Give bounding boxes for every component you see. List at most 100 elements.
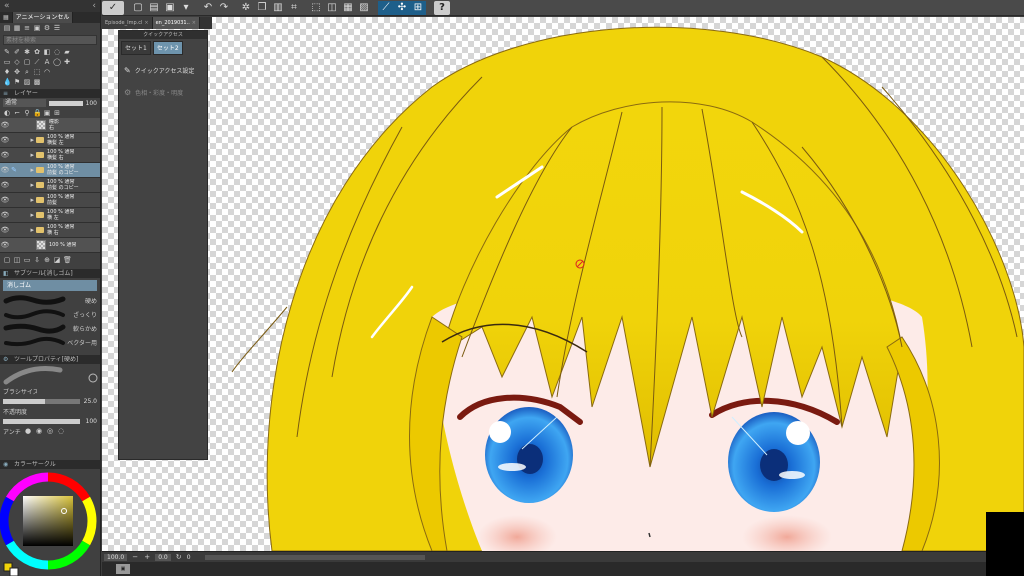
- eye-icon[interactable]: 👁: [0, 166, 10, 174]
- drop-icon[interactable]: 💧: [3, 78, 12, 86]
- eraser-icon[interactable]: ◧: [43, 48, 51, 56]
- eye-icon[interactable]: 👁: [0, 121, 10, 129]
- redo-icon[interactable]: ↷: [216, 1, 232, 15]
- new-folder-icon[interactable]: ▭: [23, 256, 31, 264]
- antialias-strong-icon[interactable]: ◌: [57, 427, 65, 435]
- antialias-weak-icon[interactable]: ◉: [35, 427, 43, 435]
- mesh-icon[interactable]: ▩: [33, 78, 41, 86]
- opacity-slider[interactable]: [3, 418, 80, 424]
- menu-icon[interactable]: ☰: [53, 24, 61, 32]
- balloon-icon[interactable]: ◯: [53, 58, 61, 66]
- layer-opacity-slider[interactable]: [48, 100, 83, 106]
- new-layer-icon[interactable]: ▢: [3, 256, 11, 264]
- expand-arrow-icon[interactable]: ▸: [18, 166, 36, 174]
- expand-arrow-icon[interactable]: ▸: [18, 136, 36, 144]
- expand-arrow-icon[interactable]: ▸: [18, 196, 36, 204]
- transfer-icon[interactable]: ⇩: [33, 256, 41, 264]
- zoom-out-icon[interactable]: −: [131, 553, 139, 561]
- zoom-value[interactable]: 100.0: [104, 553, 128, 561]
- layer-row[interactable]: 👁 ▸ 100 % 通常 横髪 右: [0, 148, 100, 163]
- drawing-canvas[interactable]: [102, 17, 1024, 551]
- expand-arrow-icon[interactable]: ▸: [18, 151, 36, 159]
- collapse-left-icon[interactable]: «: [4, 1, 10, 11]
- eye-icon[interactable]: 👁: [0, 241, 10, 249]
- material-search-input[interactable]: 素材を検索: [3, 35, 97, 45]
- selection-border-icon[interactable]: ▦: [340, 1, 356, 15]
- blend-mode-select[interactable]: 通常: [3, 99, 46, 107]
- rotate-icon[interactable]: ↻: [175, 553, 183, 561]
- delete-layer-icon[interactable]: 🗑: [63, 256, 72, 264]
- eye-icon[interactable]: 👁: [0, 196, 10, 204]
- lasso-icon[interactable]: ◠: [43, 68, 51, 76]
- eye-icon[interactable]: 👁: [0, 136, 10, 144]
- deselect-icon[interactable]: ⬚: [308, 1, 324, 15]
- copy-icon[interactable]: ❐: [254, 1, 270, 15]
- mask-add-icon[interactable]: ◪: [53, 256, 61, 264]
- antialias-mid-icon[interactable]: ◎: [46, 427, 54, 435]
- paste-icon[interactable]: ▥: [270, 1, 286, 15]
- reference-icon[interactable]: ⚲: [23, 109, 31, 117]
- pen-icon[interactable]: ✎: [3, 48, 11, 56]
- layer-row[interactable]: 👁 ▸ 100 % 通常横 左: [0, 208, 100, 223]
- grid-icon[interactable]: ▦: [13, 24, 21, 32]
- combine-icon[interactable]: ⊕: [43, 256, 51, 264]
- save-file-icon[interactable]: ▣: [162, 1, 178, 15]
- help-icon[interactable]: ?: [434, 0, 450, 15]
- open-file-icon[interactable]: ▤: [146, 1, 162, 15]
- eye-icon[interactable]: 👁: [0, 211, 10, 219]
- stamp-icon[interactable]: ⚑: [13, 78, 21, 86]
- eye-icon[interactable]: 👁: [0, 226, 10, 234]
- document-tab[interactable]: en_2019031.. ×: [152, 17, 200, 29]
- frame-icon[interactable]: ▢: [23, 58, 31, 66]
- eye-icon[interactable]: 👁: [0, 181, 10, 189]
- snap-special-ruler-icon[interactable]: ✣: [394, 0, 410, 15]
- layer-row[interactable]: 👁 ✎ ▸ 100 % 通常 前髪 のコピー: [0, 163, 100, 178]
- select-icon[interactable]: ⬚: [33, 68, 41, 76]
- quick-access-item[interactable]: ⚙ 色相・彩度・明度: [119, 85, 207, 99]
- save-dropdown-icon[interactable]: ▾: [178, 1, 194, 15]
- expand-arrow-icon[interactable]: ▸: [18, 181, 36, 189]
- close-tab-icon[interactable]: ×: [144, 20, 148, 26]
- dropper-icon[interactable]: ♦: [3, 68, 11, 76]
- transform-icon[interactable]: ⌗: [286, 1, 302, 15]
- ruler-layer-icon[interactable]: ⊞: [53, 109, 61, 117]
- new-file-icon[interactable]: ▢: [130, 1, 146, 15]
- subtool-selected[interactable]: 消しゴム: [3, 280, 97, 291]
- horizontal-scrollbar[interactable]: [204, 554, 425, 560]
- brush-item[interactable]: 硬め: [0, 293, 100, 307]
- snap-ruler-icon[interactable]: ⟋: [378, 0, 394, 15]
- zoom-in-icon[interactable]: +: [143, 553, 151, 561]
- brush-item[interactable]: ベクター用: [0, 335, 100, 349]
- layer-row[interactable]: 👁 瞳影右: [0, 118, 100, 133]
- image-icon[interactable]: ▣: [33, 24, 41, 32]
- clear-icon[interactable]: ✲: [238, 1, 254, 15]
- expand-arrow-icon[interactable]: ▸: [18, 226, 36, 234]
- folder-icon[interactable]: ▤: [3, 24, 11, 32]
- invert-selection-icon[interactable]: ◫: [324, 1, 340, 15]
- layer-row[interactable]: 👁 ▸ 100 % 通常 前髪: [0, 193, 100, 208]
- correction-icon[interactable]: ✚: [63, 58, 71, 66]
- settings-icon[interactable]: ⚙: [43, 24, 51, 32]
- zoom-icon[interactable]: ⌕: [23, 68, 31, 76]
- taskbar-app-icon[interactable]: ▣: [116, 564, 130, 574]
- document-tab[interactable]: Episode_Imp.cl ×: [102, 17, 153, 29]
- palette-color-icon[interactable]: ◐: [3, 109, 11, 117]
- ruler-icon[interactable]: ⟋: [33, 58, 41, 66]
- airbrush-icon[interactable]: ✱: [23, 48, 31, 56]
- color-wheel[interactable]: [0, 469, 101, 576]
- tab-animation-cel[interactable]: アニメーションセル: [12, 12, 74, 23]
- close-tab-icon[interactable]: ×: [192, 20, 196, 26]
- clip-icon[interactable]: ⌐: [13, 109, 21, 117]
- brush-icon[interactable]: ✐: [13, 48, 21, 56]
- app-logo-icon[interactable]: ✓: [102, 0, 124, 15]
- gradient-icon[interactable]: ▭: [3, 58, 11, 66]
- eye-icon[interactable]: 👁: [0, 151, 10, 159]
- brush-item[interactable]: ざっくり: [0, 307, 100, 321]
- quick-access-tab[interactable]: セット1: [121, 41, 151, 55]
- text-icon[interactable]: A: [43, 58, 51, 66]
- layer-row[interactable]: 👁 ▸ 100 % 通常 横髪 左: [0, 133, 100, 148]
- quick-access-item[interactable]: ✎ クイックアクセス設定: [119, 63, 207, 77]
- layer-row[interactable]: 👁 100 % 通常: [0, 238, 100, 253]
- decoration-icon[interactable]: ✿: [33, 48, 41, 56]
- layer-row[interactable]: 👁 ▸ 100 % 通常横 右: [0, 223, 100, 238]
